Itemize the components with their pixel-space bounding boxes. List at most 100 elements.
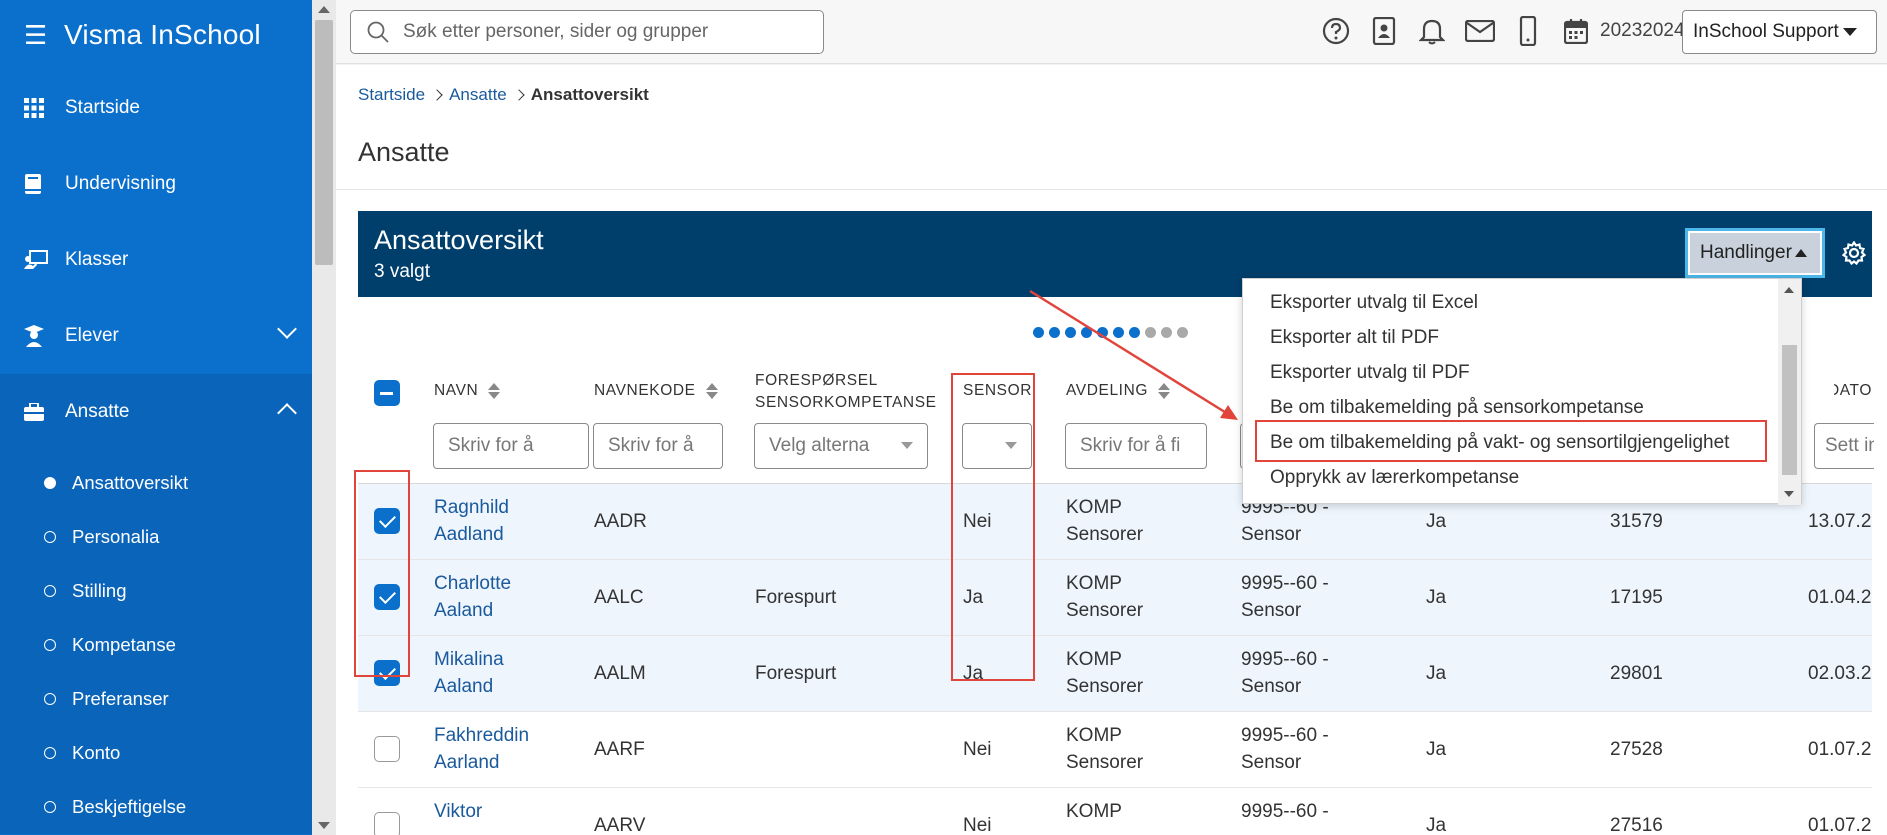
row-checkbox[interactable] bbox=[374, 736, 400, 762]
subnav-item-personalia[interactable]: Personalia bbox=[0, 510, 312, 564]
breadcrumb-parent[interactable]: Ansatte bbox=[449, 85, 507, 105]
subnav-label: Kompetanse bbox=[72, 634, 176, 655]
menu-item-export-selection-excel[interactable]: Eksporter utvalg til Excel bbox=[1270, 292, 1478, 314]
menu-item-request-availability[interactable]: Be om tilbakemelding på vakt- og sensort… bbox=[1270, 432, 1729, 454]
sort-icon[interactable] bbox=[705, 382, 718, 399]
pagination-dot[interactable] bbox=[1145, 327, 1156, 338]
cell-number: 27528 bbox=[1610, 739, 1663, 760]
search-input[interactable] bbox=[403, 21, 803, 43]
cell-flag: Ja bbox=[1426, 663, 1447, 684]
subnav-item-ansattoversikt[interactable]: Ansattoversikt bbox=[0, 456, 312, 510]
table-row[interactable]: Mikalina Aaland AALM Forespurt Ja KOMP Sensore… bbox=[358, 636, 1872, 712]
pagination-dot[interactable] bbox=[1177, 327, 1188, 338]
filter-sensor-select[interactable] bbox=[962, 423, 1032, 469]
row-checkbox[interactable] bbox=[374, 508, 400, 534]
breadcrumb-home[interactable]: Startside bbox=[358, 85, 425, 105]
filter-avdeling-input[interactable]: Skriv for å fi bbox=[1065, 423, 1207, 469]
scroll-up-arrow-icon[interactable] bbox=[1784, 287, 1794, 293]
sort-icon[interactable] bbox=[488, 382, 501, 399]
scroll-up-arrow-icon[interactable] bbox=[318, 6, 330, 13]
employee-name-link[interactable]: Ragnhild Aadland bbox=[434, 494, 509, 548]
scroll-down-arrow-icon[interactable] bbox=[318, 822, 330, 829]
position-line: 9995--60 - bbox=[1241, 725, 1329, 746]
sidebar-item-ansatte[interactable]: Ansatte bbox=[0, 374, 312, 450]
sidebar-item-elever[interactable]: Elever bbox=[0, 298, 312, 374]
sidebar-item-klasser[interactable]: Klasser bbox=[0, 222, 312, 298]
employee-name-link[interactable]: Viktor bbox=[434, 798, 482, 825]
column-header-startdato[interactable]: STARTDATO bbox=[1834, 382, 1872, 400]
school-year[interactable]: 20232024 bbox=[1600, 20, 1685, 42]
subnav-item-stilling[interactable]: Stilling bbox=[0, 564, 312, 618]
row-checkbox[interactable] bbox=[374, 660, 400, 686]
subnav-item-beskjeftigelse[interactable]: Beskjeftigelse bbox=[0, 780, 312, 834]
row-checkbox[interactable] bbox=[374, 812, 400, 835]
cell-startdato: 01.07.202 bbox=[1808, 739, 1872, 760]
search-box[interactable] bbox=[350, 10, 824, 54]
subnav-item-kompetanse[interactable]: Kompetanse bbox=[0, 618, 312, 672]
sidebar-item-startside[interactable]: Startside bbox=[0, 70, 312, 146]
dept-line: KOMP bbox=[1066, 573, 1122, 594]
help-icon[interactable] bbox=[1320, 14, 1352, 48]
column-header-navn[interactable]: NAVN bbox=[434, 382, 501, 400]
breadcrumb-current: Ansattoversikt bbox=[530, 85, 649, 104]
sidebar-item-undervisning[interactable]: Undervisning bbox=[0, 146, 312, 222]
actions-button[interactable]: Handlinger bbox=[1688, 231, 1822, 275]
sort-icon[interactable] bbox=[1158, 382, 1171, 399]
pagination-dot[interactable] bbox=[1065, 327, 1076, 338]
caret-down-icon bbox=[1005, 442, 1017, 449]
dept-line: Sensorer bbox=[1066, 524, 1144, 545]
user-menu-button[interactable]: InSchool Support bbox=[1682, 10, 1877, 54]
column-header-sensor[interactable]: SENSOR bbox=[963, 382, 1032, 400]
student-icon bbox=[24, 324, 65, 348]
mail-icon[interactable] bbox=[1464, 14, 1496, 48]
subnav-item-konto[interactable]: Konto bbox=[0, 726, 312, 780]
brand-title[interactable]: Visma InSchool bbox=[64, 19, 261, 51]
cell-navnekode: AARV bbox=[594, 815, 646, 835]
pagination-dot[interactable] bbox=[1033, 327, 1044, 338]
contacts-icon[interactable] bbox=[1368, 14, 1400, 48]
pagination-dot[interactable] bbox=[1081, 327, 1092, 338]
table-row[interactable]: Charlotte Aaland AALC Forespurt Ja KOMP Sensor… bbox=[358, 560, 1872, 636]
menu-icon[interactable]: ☰ bbox=[24, 20, 64, 51]
pagination-dot[interactable] bbox=[1129, 327, 1140, 338]
chevron-down-icon[interactable] bbox=[277, 319, 297, 339]
dropdown-scrollbar[interactable] bbox=[1778, 279, 1801, 505]
pagination-dot[interactable] bbox=[1113, 327, 1124, 338]
sidebar-scrollbar[interactable] bbox=[312, 0, 336, 835]
employee-name-link[interactable]: Mikalina Aaland bbox=[434, 646, 504, 700]
column-header-navnekode[interactable]: NAVNEKODE bbox=[594, 382, 718, 400]
gear-icon[interactable] bbox=[1841, 240, 1867, 270]
column-header-foresporsel[interactable]: FORESPØRSEL SENSORKOMPETANSE bbox=[755, 370, 937, 414]
menu-item-request-sensor-competence[interactable]: Be om tilbakemelding på sensorkompetanse bbox=[1270, 397, 1644, 419]
scroll-down-arrow-icon[interactable] bbox=[1784, 491, 1794, 497]
pagination-dots bbox=[1033, 327, 1188, 338]
mobile-icon[interactable] bbox=[1512, 14, 1544, 48]
pagination-dot[interactable] bbox=[1097, 327, 1108, 338]
chevron-up-icon[interactable] bbox=[277, 403, 297, 423]
table-row[interactable]: Viktor AARV Nei KOMP 9995--60 - Ja 27516 01.07.… bbox=[358, 788, 1872, 835]
menu-item-teacher-competence-upgrade[interactable]: Opprykk av lærerkompetanse bbox=[1270, 467, 1519, 489]
menu-item-export-all-pdf[interactable]: Eksporter alt til PDF bbox=[1270, 327, 1439, 349]
scrollbar-thumb[interactable] bbox=[1782, 345, 1797, 475]
pagination-dot[interactable] bbox=[1049, 327, 1060, 338]
first-name: Ragnhild bbox=[434, 497, 509, 518]
filter-navn-input[interactable]: Skriv for å bbox=[433, 423, 589, 469]
employee-name-link[interactable]: Fakhreddin Aarland bbox=[434, 722, 529, 776]
cell-startdato: 02.03.202 bbox=[1808, 663, 1872, 684]
filter-startdato-input[interactable]: Sett inn bbox=[1814, 423, 1874, 469]
column-header-avdeling[interactable]: AVDELING bbox=[1066, 382, 1171, 400]
sidebar-header: ☰ Visma InSchool bbox=[0, 0, 312, 70]
bell-icon[interactable] bbox=[1416, 14, 1448, 48]
caret-up-icon bbox=[1794, 249, 1807, 257]
calendar-icon[interactable] bbox=[1560, 14, 1592, 48]
filter-navnekode-input[interactable]: Skriv for å bbox=[593, 423, 723, 469]
table-row[interactable]: Fakhreddin Aarland AARF Nei KOMP Sensorer 9995… bbox=[358, 712, 1872, 788]
pagination-dot[interactable] bbox=[1161, 327, 1172, 338]
menu-item-export-selection-pdf[interactable]: Eksporter utvalg til PDF bbox=[1270, 362, 1470, 384]
select-all-checkbox[interactable] bbox=[374, 380, 400, 406]
row-checkbox[interactable] bbox=[374, 584, 400, 610]
subnav-item-preferanser[interactable]: Preferanser bbox=[0, 672, 312, 726]
employee-name-link[interactable]: Charlotte Aaland bbox=[434, 570, 511, 624]
filter-foresporsel-select[interactable]: Velg alterna bbox=[754, 423, 928, 469]
scrollbar-thumb[interactable] bbox=[315, 20, 333, 265]
